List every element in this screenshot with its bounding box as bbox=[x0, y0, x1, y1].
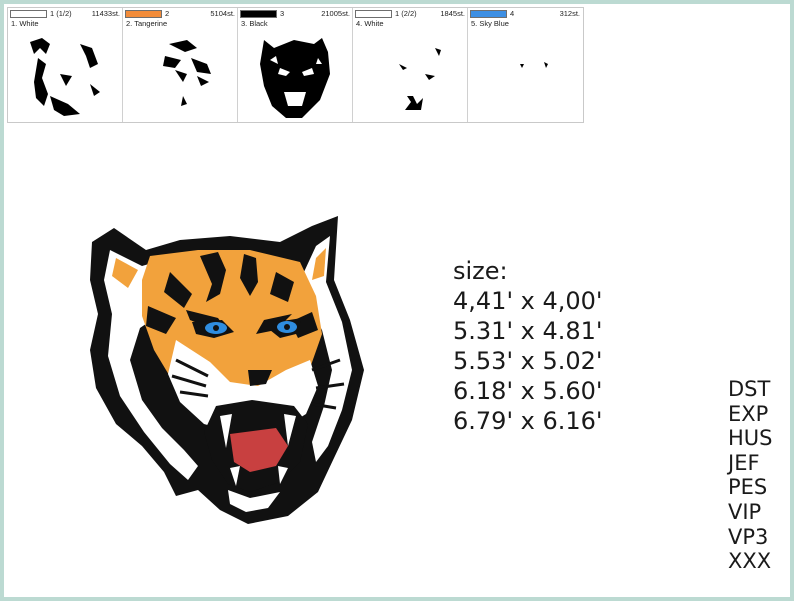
format-item: HUS bbox=[728, 426, 773, 451]
tiger-head-embroidery bbox=[90, 216, 364, 524]
stop-stitch-count: 21005st. bbox=[321, 9, 350, 18]
stop-stitch-count: 1845st. bbox=[440, 9, 465, 18]
color-stop[interactable]: 2 5104st. 2. Tangerine bbox=[123, 8, 238, 122]
stop-index: 1 (2/2) bbox=[395, 9, 417, 18]
stop-preview-white-detail bbox=[399, 48, 441, 110]
format-item: XXX bbox=[728, 549, 772, 574]
size-option: 4,41' x 4,00' bbox=[453, 287, 603, 315]
stop-preview-sky-blue bbox=[520, 62, 548, 68]
stop-stitch-count: 11433st. bbox=[91, 9, 120, 18]
stop-color-name: 4. White bbox=[356, 19, 384, 28]
size-option: 6.79' x 6.16' bbox=[453, 407, 603, 435]
stop-color-name: 1. White bbox=[11, 19, 39, 28]
stop-color-name: 3. Black bbox=[241, 19, 268, 28]
color-stop[interactable]: 1 (2/2) 1845st. 4. White bbox=[353, 8, 468, 122]
format-item: VP3 bbox=[728, 524, 769, 549]
color-swatch bbox=[240, 10, 277, 18]
size-option: 5.53' x 5.02' bbox=[453, 347, 603, 375]
size-list: size: 4,41' x 4,00' 5.31' x 4.81' 5.53' … bbox=[453, 256, 603, 436]
format-item: JEF bbox=[728, 450, 760, 475]
color-stop[interactable]: 3 21005st. 3. Black bbox=[238, 8, 353, 122]
format-item: EXP bbox=[728, 401, 769, 426]
stop-index: 4 bbox=[510, 9, 515, 18]
color-swatch bbox=[125, 10, 162, 18]
stop-preview-black bbox=[260, 38, 330, 118]
color-swatch bbox=[355, 10, 392, 18]
stop-color-name: 5. Sky Blue bbox=[471, 19, 509, 28]
stop-color-name: 2. Tangerine bbox=[126, 19, 168, 28]
stop-index: 3 bbox=[280, 9, 285, 18]
color-stop[interactable]: 4 312st. 5. Sky Blue bbox=[468, 8, 583, 122]
stop-index: 2 bbox=[165, 9, 170, 18]
color-swatch bbox=[10, 10, 47, 18]
stop-preview-white bbox=[30, 38, 100, 116]
stop-index: 1 (1/2) bbox=[50, 9, 72, 18]
stop-stitch-count: 5104st. bbox=[210, 9, 235, 18]
stop-stitch-count: 312st. bbox=[559, 9, 580, 18]
stop-preview-tangerine bbox=[163, 40, 211, 106]
color-swatch bbox=[470, 10, 507, 18]
size-heading: size: bbox=[453, 257, 508, 285]
size-option: 5.31' x 4.81' bbox=[453, 317, 603, 345]
color-stop[interactable]: 1 (1/2) 11433st. 1. White bbox=[8, 8, 123, 122]
format-list: DST EXP HUS JEF PES VIP VP3 XXX bbox=[728, 377, 773, 574]
size-option: 6.18' x 5.60' bbox=[453, 377, 603, 405]
format-item: DST bbox=[728, 377, 771, 401]
color-stops-strip: 1 (1/2) 11433st. 1. White 2 5104st. 2. T… bbox=[7, 7, 584, 123]
format-item: VIP bbox=[728, 499, 762, 524]
format-item: PES bbox=[728, 475, 768, 500]
